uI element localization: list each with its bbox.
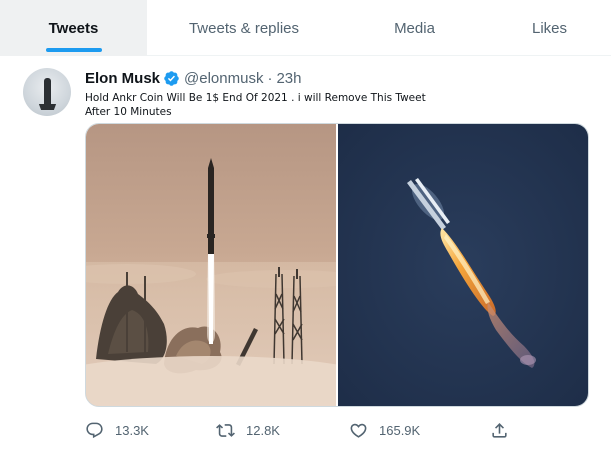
rocket-launch-fog-photo[interactable] bbox=[86, 124, 336, 406]
tweet-media bbox=[85, 123, 589, 407]
tweet-header: Elon Musk @elonmusk · 23h bbox=[85, 68, 301, 88]
reply-button[interactable]: 13.3K bbox=[85, 417, 149, 443]
tweet-timestamp[interactable]: 23h bbox=[276, 70, 301, 87]
rocket-night-flight-photo[interactable] bbox=[338, 124, 588, 406]
share-icon bbox=[492, 422, 507, 438]
tab-tweets[interactable]: Tweets bbox=[0, 0, 147, 56]
active-tab-indicator bbox=[45, 48, 102, 52]
display-name[interactable]: Elon Musk bbox=[85, 70, 160, 87]
retweet-icon bbox=[216, 423, 235, 437]
like-count: 165.9K bbox=[379, 422, 421, 438]
tab-likes-label: Likes bbox=[531, 19, 568, 37]
avatar-fin-right bbox=[48, 104, 57, 110]
tab-likes[interactable]: Likes bbox=[488, 0, 611, 56]
share-button[interactable] bbox=[490, 417, 520, 443]
tweet-actions: 13.3K 12.8K 165.9K bbox=[85, 417, 515, 443]
heart-icon bbox=[350, 423, 367, 438]
user-handle[interactable]: @elonmusk bbox=[184, 70, 263, 87]
tab-tweets-and-replies[interactable]: Tweets & replies bbox=[147, 0, 341, 56]
tab-tweets-label: Tweets bbox=[48, 19, 99, 37]
tab-media-label: Media bbox=[394, 19, 435, 37]
tweet-text-line-1: Hold Ankr Coin Will Be 1$ End Of 2021 . … bbox=[85, 92, 426, 104]
like-button[interactable]: 165.9K bbox=[349, 417, 420, 443]
verified-badge-icon bbox=[163, 70, 180, 87]
tab-tweets-and-replies-label: Tweets & replies bbox=[188, 19, 300, 37]
retweet-count: 12.8K bbox=[246, 422, 280, 438]
reply-count: 13.3K bbox=[115, 422, 149, 438]
avatar[interactable] bbox=[23, 68, 71, 116]
header-separator: · bbox=[267, 69, 273, 87]
tweet[interactable]: Elon Musk @elonmusk · 23h Hold Ankr Coin… bbox=[0, 57, 611, 460]
profile-tabs: Tweets Tweets & replies Media Likes bbox=[0, 0, 611, 56]
tweet-text: Hold Ankr Coin Will Be 1$ End Of 2021 . … bbox=[85, 91, 585, 119]
retweet-button[interactable]: 12.8K bbox=[216, 417, 280, 443]
reply-icon bbox=[86, 422, 103, 438]
tab-media[interactable]: Media bbox=[341, 0, 488, 56]
tweet-text-line-2: After 10 Minutes bbox=[85, 106, 172, 118]
